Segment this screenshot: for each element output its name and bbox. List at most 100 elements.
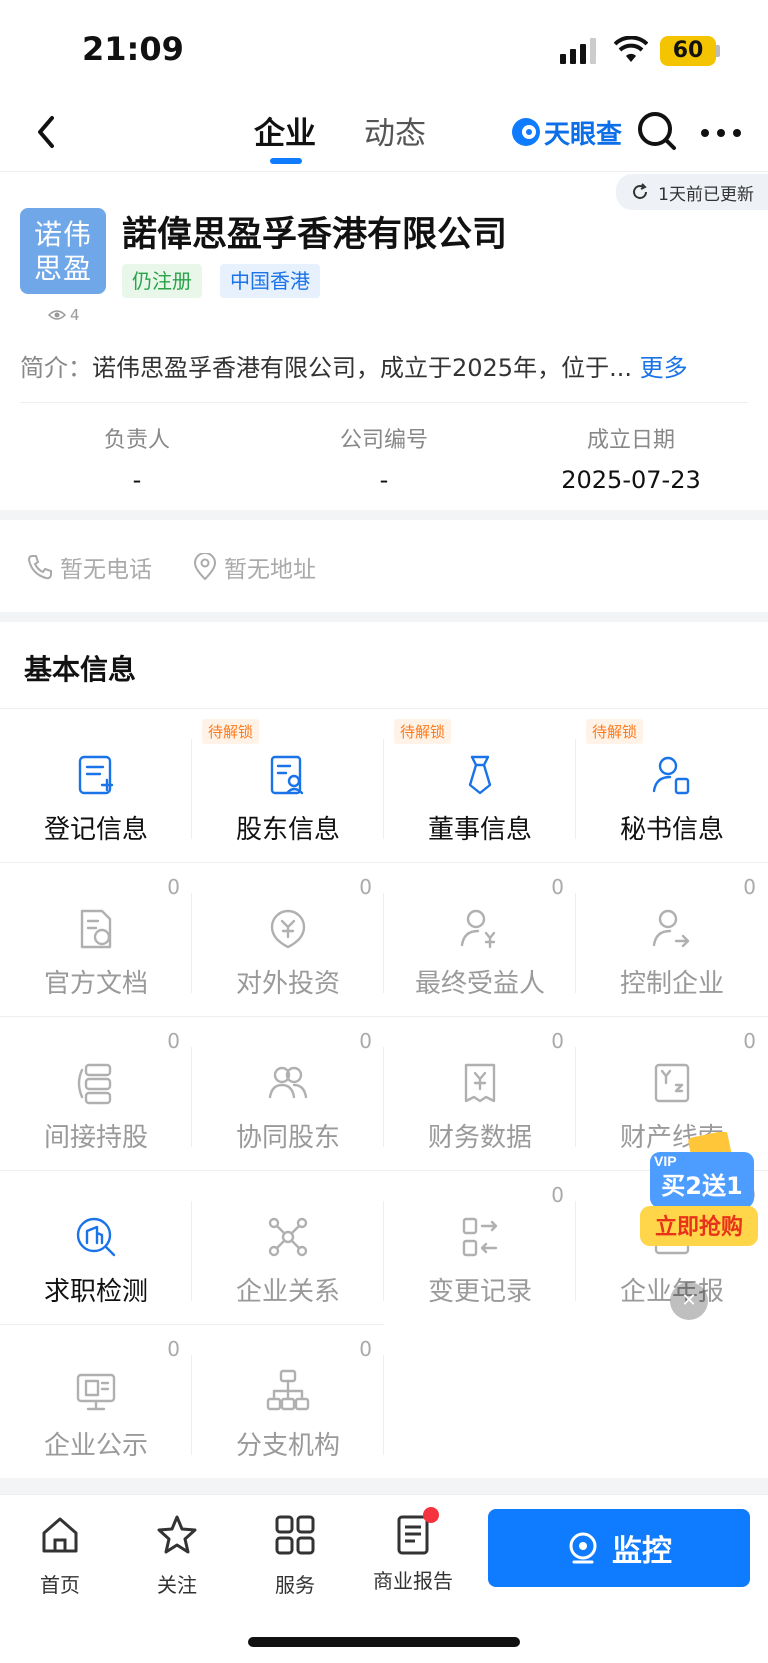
monitor-icon xyxy=(569,1532,597,1564)
back-icon[interactable] xyxy=(30,112,66,152)
tile-count: 0 xyxy=(359,1029,372,1053)
tile-count: 0 xyxy=(551,1183,564,1207)
field-legal-rep: 负责人 - xyxy=(12,422,262,494)
section-title: 基本信息 xyxy=(24,653,137,686)
finance-data-icon xyxy=(464,1063,496,1103)
field-key: 负责人 xyxy=(103,428,170,453)
basic-info-section: 基本信息 登记信息 股东信息 待解锁 董事信息 待解锁 秘书信息 待解锁 官方文档 0 对外投资 0… xyxy=(0,622,768,1478)
info-tile[interactable]: 控制企业 0 xyxy=(576,862,768,1016)
tab-report[interactable]: 商业报告 xyxy=(363,1507,463,1594)
info-tile[interactable]: 协同股东 0 xyxy=(192,1016,384,1170)
info-tile[interactable]: 财务数据 0 xyxy=(384,1016,576,1170)
star-icon xyxy=(157,1515,197,1554)
region-badge: 中国香港 xyxy=(220,264,320,298)
tile-count: 0 xyxy=(167,1029,180,1053)
company-name: 諾偉思盈孚香港有限公司 xyxy=(122,215,508,255)
tile-label: 秘书信息 xyxy=(619,815,724,845)
tab-company[interactable]: 企业 xyxy=(254,108,316,153)
info-tile[interactable]: 登记信息 xyxy=(0,708,192,862)
signal-icon xyxy=(560,38,596,64)
vip-promo[interactable]: VIP 买2送1 立即抢购 xyxy=(636,1130,762,1256)
info-tile[interactable]: 企业公示 0 xyxy=(0,1324,192,1478)
search-icon[interactable] xyxy=(636,110,678,152)
tile-label: 企业公示 xyxy=(43,1431,148,1461)
tab-dynamics[interactable]: 动态 xyxy=(364,108,426,153)
address-item[interactable]: 暂无地址 xyxy=(192,550,316,584)
field-value: - xyxy=(132,466,142,494)
contact-row: 暂无电话 暂无地址 xyxy=(0,520,768,612)
promo-offer: 买2送1 xyxy=(661,1172,742,1200)
phone-text: 暂无电话 xyxy=(60,557,152,583)
info-tile[interactable]: 官方文档 0 xyxy=(0,862,192,1016)
update-badge[interactable]: 1天前已更新 xyxy=(616,174,768,210)
phone-icon xyxy=(27,555,52,580)
branch-tree-icon xyxy=(266,1369,310,1411)
tab-service[interactable]: 服务 xyxy=(245,1513,345,1598)
tile-count: 0 xyxy=(359,1337,372,1361)
job-check-icon xyxy=(76,1217,116,1257)
info-tile[interactable]: 间接持股 0 xyxy=(0,1016,192,1170)
update-text: 1天前已更新 xyxy=(658,184,754,205)
secretary-person-icon xyxy=(652,756,690,795)
tile-count: 0 xyxy=(743,875,756,899)
intro-label: 简介： xyxy=(20,354,92,382)
tile-label: 对外投资 xyxy=(235,969,340,999)
field-key: 成立日期 xyxy=(586,428,675,453)
tile-label: 求职检测 xyxy=(43,1277,148,1307)
info-tile[interactable]: 变更记录 0 xyxy=(384,1170,576,1324)
tile-label: 控制企业 xyxy=(619,969,724,999)
tile-label: 董事信息 xyxy=(427,815,532,845)
shareholder-doc-icon xyxy=(270,755,304,795)
tile-count: 0 xyxy=(743,1029,756,1053)
brand-eye-icon xyxy=(512,118,540,146)
field-value: - xyxy=(379,466,389,494)
tile-label: 分支机构 xyxy=(235,1431,340,1461)
tab-label: 首页 xyxy=(40,1573,80,1597)
info-tile[interactable]: 分支机构 0 xyxy=(192,1324,384,1478)
more-icon[interactable] xyxy=(700,118,742,148)
close-icon[interactable]: ✕ xyxy=(670,1282,708,1320)
battery-level: 60 xyxy=(660,36,716,66)
eye-icon xyxy=(48,310,66,320)
vip-promo-graphic: VIP 买2送1 立即抢购 xyxy=(640,1130,758,1246)
info-tile[interactable]: 秘书信息 待解锁 xyxy=(576,708,768,862)
info-tile[interactable]: 求职检测 xyxy=(0,1170,192,1324)
controlled-company-icon xyxy=(652,909,690,948)
tab-home[interactable]: 首页 xyxy=(10,1513,110,1598)
location-pin-icon xyxy=(193,553,217,581)
tab-follow[interactable]: 关注 xyxy=(127,1513,227,1598)
tab-label: 商业报告 xyxy=(373,1569,453,1593)
active-tab-indicator xyxy=(270,158,302,164)
change-record-icon xyxy=(462,1217,498,1257)
refresh-icon xyxy=(633,183,648,199)
home-indicator xyxy=(248,1637,520,1647)
tile-label: 登记信息 xyxy=(43,815,148,845)
info-tile[interactable]: 最终受益人 0 xyxy=(384,862,576,1016)
indirect-holding-icon xyxy=(77,1063,112,1105)
intro-more-link[interactable]: 更多 xyxy=(640,354,688,382)
field-company-number: 公司编号 - xyxy=(259,422,509,494)
tile-count: 0 xyxy=(167,1337,180,1361)
tile-label: 协同股东 xyxy=(235,1123,340,1153)
company-card: 1天前已更新 诺伟思盈 4 諾偉思盈孚香港有限公司 仍注册 中国香港 简介：诺伟… xyxy=(0,172,768,510)
status-badge: 仍注册 xyxy=(122,264,202,298)
tile-label: 财务数据 xyxy=(427,1123,532,1153)
divider xyxy=(20,402,748,403)
brand-logo: 天眼查 xyxy=(512,114,622,150)
monitor-button[interactable]: 监控 xyxy=(488,1509,750,1587)
tile-label: 企业关系 xyxy=(235,1277,340,1307)
phone-item[interactable]: 暂无电话 xyxy=(26,550,152,584)
tile-label: 变更记录 xyxy=(427,1277,532,1307)
brand-name: 天眼查 xyxy=(544,119,623,150)
promo-buy: 立即抢购 xyxy=(655,1214,743,1240)
info-tile[interactable]: 董事信息 待解锁 xyxy=(384,708,576,862)
tile-label: 股东信息 xyxy=(235,815,340,845)
field-founded-date: 成立日期 2025-07-23 xyxy=(506,422,756,494)
info-tile[interactable]: 企业关系 xyxy=(192,1170,384,1324)
status-bar: 21:09 60 xyxy=(0,0,768,92)
co-shareholder-icon xyxy=(268,1066,308,1099)
status-time: 21:09 xyxy=(82,30,184,68)
info-tile[interactable]: 股东信息 待解锁 xyxy=(192,708,384,862)
monitor-label: 监控 xyxy=(612,1534,672,1569)
info-tile[interactable]: 对外投资 0 xyxy=(192,862,384,1016)
